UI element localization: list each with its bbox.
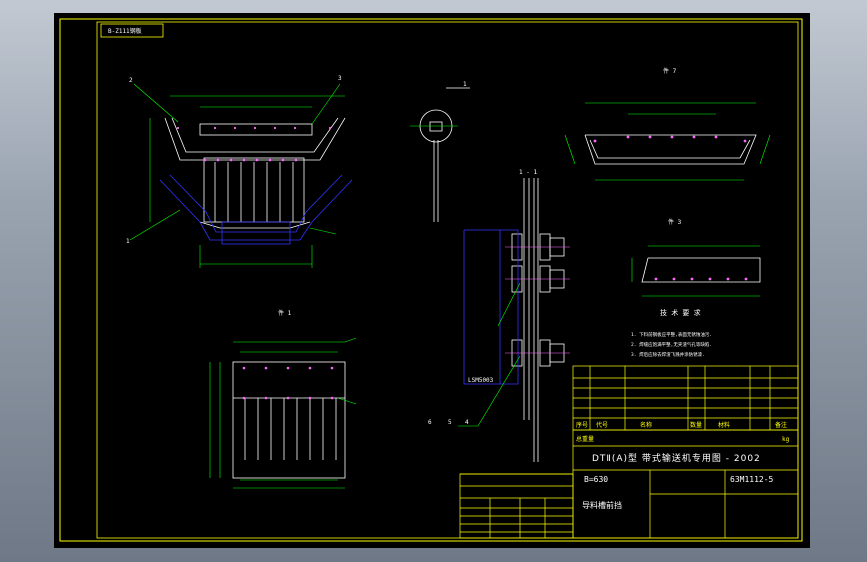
callout-3: 3: [338, 75, 342, 82]
hdr-qty: 数量: [690, 421, 702, 429]
view-label-part3: 件 3: [668, 218, 682, 226]
tech-req-title: 技 术 要 求: [660, 308, 701, 317]
bolt-note: LSM5003: [468, 377, 494, 384]
corner-tag-text: B-Z111钢板: [108, 27, 142, 35]
callout-2: 2: [129, 77, 133, 84]
hdr-no: 序号: [576, 421, 588, 429]
callout-1-side: 1: [463, 81, 467, 88]
view-label-part7: 件 7: [663, 67, 677, 75]
tech-req-line-1: 1. 下料前钢板应平整,表面无锈蚀油污.: [631, 331, 712, 338]
weight-unit: kg: [782, 436, 790, 443]
drawing-name: 导料槽前挡: [582, 500, 622, 510]
weight-label: 总重量: [576, 435, 594, 443]
hdr-material: 材料: [718, 421, 730, 429]
hdr-code: 代号: [596, 421, 608, 429]
tech-req-line-3: 3. 焊后应除去焊渣飞溅并涂防锈漆.: [631, 351, 705, 358]
spec-label: B=630: [584, 475, 608, 484]
callout-1-front: 1: [126, 238, 130, 245]
callout-6: 6: [428, 419, 432, 426]
tech-req-line-2: 2. 焊缝应饱满平整,无夹渣气孔等缺陷.: [631, 341, 712, 348]
section-label: 1 - 1: [519, 169, 537, 176]
hdr-remark: 备注: [775, 421, 787, 429]
view-label-part1: 件 1: [278, 309, 292, 317]
hdr-name: 名称: [640, 421, 652, 429]
cad-drawing-canvas: B-Z111钢板 2 3 1 1 1 - 1 LSM5003 6 5 4 件 7…: [54, 13, 810, 548]
callout-5: 5: [448, 419, 452, 426]
project-title: DTⅡ(A)型 带式输送机专用图 - 2002: [592, 452, 761, 464]
callout-4: 4: [465, 419, 469, 426]
drawing-sheet: [54, 13, 810, 548]
drawing-number: 63M1112-5: [730, 475, 774, 484]
